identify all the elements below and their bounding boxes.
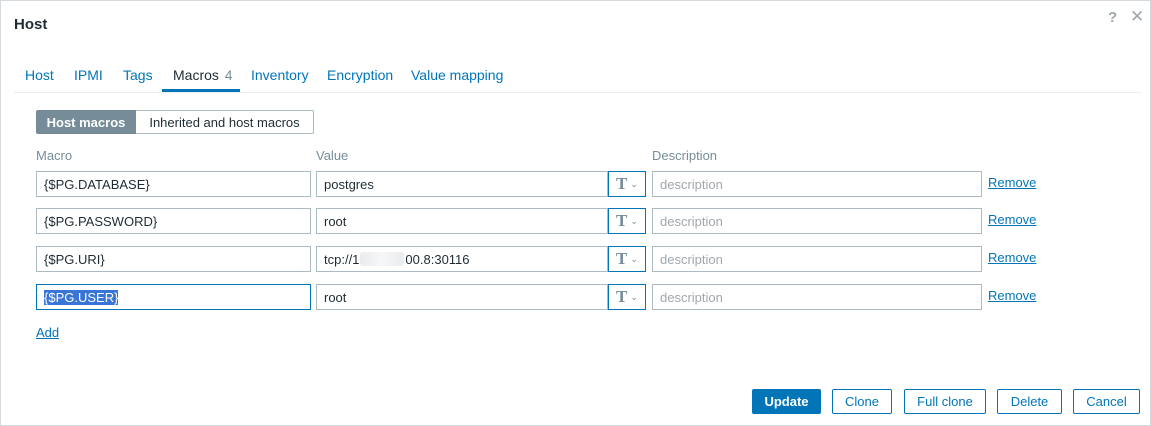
macro-name-input[interactable]: {$PG.USER} — [36, 284, 311, 310]
remove-link[interactable]: Remove — [988, 288, 1036, 303]
macro-description-input[interactable]: description — [652, 246, 982, 272]
tab-inventory[interactable]: Inventory — [251, 67, 309, 83]
remove-link[interactable]: Remove — [988, 250, 1036, 265]
macro-value-input[interactable]: postgres — [316, 171, 608, 197]
macro-row: {$PG.PASSWORD} root T ⌄ description Remo… — [1, 208, 1151, 234]
macro-description-input[interactable]: description — [652, 208, 982, 234]
tab-host[interactable]: Host — [25, 67, 54, 83]
text-type-icon: T — [616, 287, 628, 306]
chevron-down-icon: ⌄ — [630, 291, 638, 302]
help-icon[interactable]: ? — [1108, 9, 1117, 26]
chevron-down-icon: ⌄ — [630, 215, 638, 226]
delete-button[interactable]: Delete — [997, 389, 1062, 414]
macro-value-input[interactable]: tcp://1 00.8:30116 — [316, 246, 608, 272]
text-type-icon: T — [616, 211, 628, 230]
macro-row: {$PG.URI} tcp://1 00.8:30116 T ⌄ descript… — [1, 246, 1151, 272]
value-suffix: 00.8:30116 — [405, 251, 470, 267]
macro-row: {$PG.USER} root T ⌄ description Remove — [1, 284, 1151, 310]
description-column-header: Description — [652, 148, 718, 163]
tab-value-mapping[interactable]: Value mapping — [411, 67, 503, 83]
cancel-button[interactable]: Cancel — [1073, 389, 1140, 414]
inherited-macros-toggle[interactable]: Inherited and host macros — [136, 110, 314, 134]
tab-tags[interactable]: Tags — [123, 67, 153, 83]
chevron-down-icon: ⌄ — [630, 253, 638, 264]
redacted-region — [360, 252, 405, 266]
value-column-header: Value — [316, 148, 349, 163]
tab-encryption[interactable]: Encryption — [327, 67, 393, 83]
close-icon[interactable]: ✕ — [1130, 7, 1144, 27]
tab-macros-count: 4 — [224, 67, 233, 83]
tab-macros-label: Macros — [173, 67, 219, 83]
host-dialog: Host ? ✕ Host IPMI Tags Macros 4 Invento… — [0, 0, 1151, 426]
macro-value-input[interactable]: root — [316, 284, 608, 310]
macro-column-header: Macro — [36, 148, 73, 163]
update-button[interactable]: Update — [752, 389, 821, 414]
value-type-dropdown[interactable]: T ⌄ — [608, 171, 646, 197]
active-tab-indicator — [162, 89, 240, 92]
tab-macros[interactable]: Macros 4 — [173, 67, 233, 83]
chevron-down-icon: ⌄ — [630, 178, 638, 189]
tab-bar: Host IPMI Tags Macros 4 Inventory Encryp… — [14, 58, 1141, 93]
macro-name-input[interactable]: {$PG.URI} — [36, 246, 311, 272]
value-type-dropdown[interactable]: T ⌄ — [608, 284, 646, 310]
selected-text: {$PG.USER} — [44, 289, 119, 305]
macro-description-input[interactable]: description — [652, 171, 982, 197]
macro-name-input[interactable]: {$PG.PASSWORD} — [36, 208, 311, 234]
host-macros-toggle[interactable]: Host macros — [36, 110, 136, 134]
value-type-dropdown[interactable]: T ⌄ — [608, 246, 646, 272]
macro-description-input[interactable]: description — [652, 284, 982, 310]
clone-button[interactable]: Clone — [832, 389, 892, 414]
macro-value-input[interactable]: root — [316, 208, 608, 234]
remove-link[interactable]: Remove — [988, 175, 1036, 190]
macro-row: {$PG.DATABASE} postgres T ⌄ description … — [1, 171, 1151, 197]
dialog-title: Host — [14, 16, 48, 33]
value-type-dropdown[interactable]: T ⌄ — [608, 208, 646, 234]
add-macro-link[interactable]: Add — [36, 325, 59, 340]
remove-link[interactable]: Remove — [988, 212, 1036, 227]
value-prefix: tcp://1 — [324, 251, 360, 267]
tab-ipmi[interactable]: IPMI — [74, 67, 103, 83]
text-type-icon: T — [616, 249, 628, 268]
full-clone-button[interactable]: Full clone — [904, 389, 986, 414]
text-type-icon: T — [616, 174, 628, 193]
macro-name-input[interactable]: {$PG.DATABASE} — [36, 171, 311, 197]
